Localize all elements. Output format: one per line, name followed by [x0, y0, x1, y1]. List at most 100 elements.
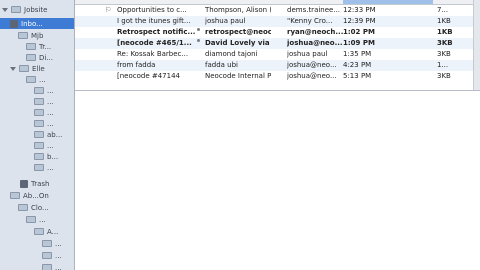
sidebar-item[interactable]: Clo... — [18, 202, 49, 213]
folder-icon — [34, 164, 44, 171]
inbox-icon — [10, 19, 18, 28]
sidebar-item[interactable]: ab... — [34, 129, 62, 140]
sidebar-item-label: Mjb — [31, 31, 44, 40]
message-row[interactable]: [neocode #465/1...David Lovely via RTjos… — [75, 38, 480, 49]
folder-icon — [34, 153, 44, 160]
message-row[interactable]: I got the itunes gift... joshua paul "Kenn… — [75, 16, 480, 27]
sidebar-item-label: Di... — [39, 53, 54, 62]
sidebar-item[interactable]: ... — [42, 250, 62, 261]
message-date: 12:39 PM — [343, 17, 376, 25]
sidebar-item-label: Ab...On — [23, 191, 49, 200]
message-from: David Lovely via RT — [205, 39, 271, 47]
sidebar-item[interactable]: ... — [42, 238, 62, 249]
folder-icon — [34, 142, 44, 149]
message-date: 1:09 PM — [343, 39, 375, 47]
sidebar-item[interactable]: Inbo... — [0, 18, 74, 29]
message-list-scrollbar[interactable] — [473, 0, 480, 90]
message-recipient: dems.trainee... — [287, 6, 341, 14]
folder-icon — [42, 240, 52, 247]
folder-icon — [26, 216, 36, 223]
sidebar-item-label: Tr... — [39, 42, 52, 51]
sidebar-item-label: ... — [39, 75, 46, 84]
sidebar-item-label: ... — [47, 86, 54, 95]
sidebar-item-label: ... — [55, 263, 62, 270]
unread-dot-icon — [197, 28, 200, 31]
unread-dot-icon — [197, 39, 200, 42]
message-row[interactable]: Re: Kossak Barbec... diamond tajoni joshua… — [75, 49, 480, 60]
folder-icon — [26, 43, 36, 50]
date-column-header[interactable] — [343, 0, 433, 4]
folder-icon — [42, 264, 52, 270]
sidebar-item-label: ... — [47, 97, 54, 106]
sidebar-item[interactable]: Tr... — [26, 41, 51, 52]
message-date: 5:13 PM — [343, 72, 372, 80]
message-preview-pane — [75, 91, 480, 270]
folder-icon — [26, 76, 36, 83]
sidebar-item[interactable]: ... — [34, 162, 54, 173]
message-list[interactable]: ⚐Opportunities to c...Thompson, Alison (… — [75, 0, 480, 91]
sidebar-item[interactable]: A... — [34, 226, 58, 237]
disclosure-expanded-icon[interactable] — [10, 66, 16, 71]
folder-icon — [18, 204, 28, 211]
message-from: diamond tajoni — [205, 50, 258, 58]
message-from: Thompson, Alison (C... — [205, 6, 271, 14]
sidebar-item[interactable]: ... — [34, 85, 54, 96]
sidebar-item-label: Jobsite — [24, 5, 48, 14]
sidebar-item-label: ... — [39, 215, 46, 224]
message-size: 7... — [437, 6, 449, 14]
sidebar-item[interactable]: Trash — [20, 178, 50, 189]
message-row[interactable]: from fadda fadda ubi joshua@neo... 4:23 PM 1… — [75, 60, 480, 71]
message-recipient: "Kenny Cro... — [287, 17, 333, 25]
sidebar-item[interactable]: Mjb — [18, 30, 43, 41]
sidebar-item-label: A... — [47, 227, 59, 236]
message-size: 1KB — [437, 28, 453, 36]
folder-icon — [34, 98, 44, 105]
message-recipient: joshua@neo... — [287, 72, 337, 80]
sidebar-item[interactable]: Jobsite — [2, 4, 47, 15]
message-from: fadda ubi — [205, 61, 238, 69]
message-size: 1... — [437, 61, 449, 69]
sidebar-item[interactable]: ... — [42, 262, 62, 270]
sidebar-item-label: ... — [55, 239, 62, 248]
sidebar-item[interactable]: ... — [26, 74, 46, 85]
message-recipient: ryan@neoch... — [287, 28, 344, 36]
sidebar-item[interactable]: Elle — [10, 63, 45, 74]
sidebar-item[interactable]: b... — [34, 151, 58, 162]
message-size: 3KB — [437, 39, 453, 47]
message-size: 1KB — [437, 17, 451, 25]
message-from: Neocode Internal Pr... — [205, 72, 271, 80]
message-recipient: joshua@neo... — [287, 39, 343, 47]
sidebar-item-label: ... — [47, 108, 54, 117]
flag-icon: ⚐ — [105, 6, 112, 14]
sidebar-item-label: Elle — [32, 64, 45, 73]
sidebar-item-label: Trash — [31, 179, 50, 188]
message-from: retrospect@neocode... — [205, 28, 271, 36]
sidebar-item-label: ab... — [47, 130, 63, 139]
message-date: 1:02 PM — [343, 28, 375, 36]
sidebar-item-label: ... — [47, 119, 54, 128]
disclosure-expanded-icon[interactable] — [2, 7, 8, 12]
message-row[interactable]: ⚐Opportunities to c...Thompson, Alison (… — [75, 5, 480, 16]
sidebar-item[interactable]: ... — [34, 140, 54, 151]
trash-icon — [20, 179, 28, 188]
message-row[interactable]: [neocode #47144Neocode Internal Pr...jos… — [75, 71, 480, 82]
folder-icon — [34, 120, 44, 127]
sidebar-item-label: ... — [55, 251, 62, 260]
folder-icon — [19, 65, 29, 72]
message-row[interactable]: Retrospect notific...retrospect@neocode.… — [75, 27, 480, 38]
folder-icon — [34, 131, 44, 138]
sidebar-item[interactable]: Di... — [26, 52, 53, 63]
sidebar-item[interactable]: ... — [34, 96, 54, 107]
sidebar-item[interactable]: ... — [26, 214, 46, 225]
folder-icon — [42, 252, 52, 259]
sidebar-item-label: ... — [47, 141, 54, 150]
folder-icon — [18, 32, 28, 39]
sidebar-item[interactable]: Ab...On — [10, 190, 49, 201]
folder-icon — [11, 6, 21, 13]
message-recipient: joshua paul — [287, 50, 328, 58]
folder-icon — [10, 192, 20, 199]
sidebar-item[interactable]: ... — [34, 107, 54, 118]
sidebar-item[interactable]: ... — [34, 118, 54, 129]
message-date: 1:35 PM — [343, 50, 372, 58]
message-date: 12:33 PM — [343, 6, 376, 14]
